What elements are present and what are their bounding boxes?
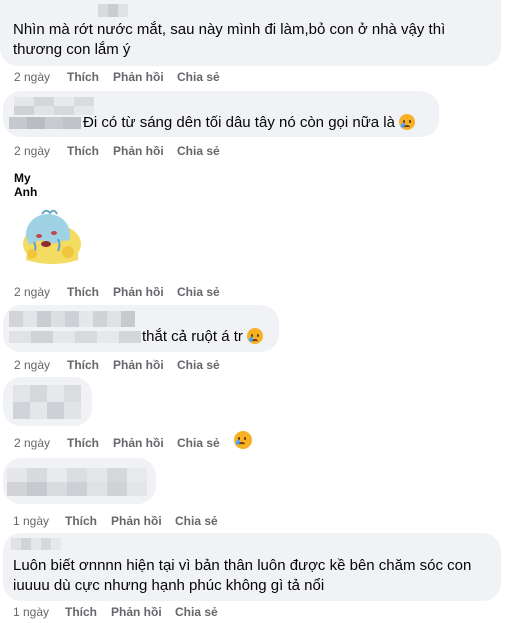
share-button[interactable]: Chia sẻ <box>175 513 218 529</box>
comment-text-line-1: Nhìn mà rớt nước mắt, sau này mình đi là… <box>13 21 446 38</box>
reply-button[interactable]: Phản hồi <box>113 435 164 451</box>
comment-bubble <box>3 377 92 426</box>
comment-bubble <box>3 458 156 504</box>
like-button[interactable]: Thích <box>67 69 99 85</box>
timestamp[interactable]: 1 ngày <box>13 604 49 620</box>
like-button[interactable]: Thích <box>67 143 99 159</box>
timestamp[interactable]: 2 ngày <box>14 143 50 159</box>
reply-button[interactable]: Phản hồi <box>111 513 162 529</box>
share-button[interactable]: Chia sẻ <box>175 604 218 620</box>
blurred-author-name <box>14 97 94 115</box>
share-button[interactable]: Chia sẻ <box>177 435 220 451</box>
comment-actions: 1 ngày Thích Phản hồi Chia sẻ <box>13 604 313 620</box>
comment-text: thắt cả ruột á tr <box>142 327 263 347</box>
comment-actions: 2 ngày Thích Phản hồi Chia sẻ <box>14 143 314 159</box>
reply-button[interactable]: Phản hồi <box>113 143 164 159</box>
like-button[interactable]: Thích <box>67 357 99 373</box>
like-button[interactable]: Thích <box>65 604 97 620</box>
reaction-crying-face-icon[interactable] <box>234 431 252 449</box>
comment-actions: 1 ngày Thích Phản hồi Chia sẻ <box>13 513 313 529</box>
share-button[interactable]: Chia sẻ <box>177 143 220 159</box>
comment-actions: 2 ngày Thích Phản hồi Chia sẻ <box>14 435 314 451</box>
comment-text-body: thắt cả ruột á tr <box>142 328 243 345</box>
blurred-author-name <box>13 385 81 419</box>
crying-blob-sticker <box>20 206 84 266</box>
blurred-mention <box>9 117 81 129</box>
share-button[interactable]: Chia sẻ <box>177 357 220 373</box>
blurred-author-name <box>98 4 128 17</box>
timestamp[interactable]: 2 ngày <box>14 69 50 85</box>
like-button[interactable]: Thích <box>65 513 97 529</box>
reply-button[interactable]: Phản hồi <box>113 284 164 300</box>
comment-bubble: thắt cả ruột á tr <box>3 305 279 352</box>
share-button[interactable]: Chia sẻ <box>177 69 220 85</box>
like-button[interactable]: Thích <box>67 284 99 300</box>
reply-button[interactable]: Phản hồi <box>113 69 164 85</box>
comment-bubble: Nhìn mà rớt nước mắt, sau này mình đi là… <box>0 0 501 66</box>
crying-face-icon <box>234 431 252 449</box>
like-button[interactable]: Thích <box>67 435 99 451</box>
comment-actions: 2 ngày Thích Phản hồi Chia sẻ <box>14 357 314 373</box>
comment-text-line-1: Luôn biết ơnnnn hiện tại vì bản thân luô… <box>13 557 472 574</box>
comment-text-body: Đi có từ sáng dên tối dâu tây nó còn gọi… <box>83 114 395 131</box>
comment-bubble: Luôn biết ơnnnn hiện tại vì bản thân luô… <box>3 533 501 601</box>
comment-author[interactable]: My Anh <box>14 171 37 199</box>
blurred-author-name <box>11 538 61 550</box>
comment-text: Đi có từ sáng dên tối dâu tây nó còn gọi… <box>83 113 415 133</box>
comment-text-line-2: iuuuu dù cực nhưng hạnh phúc không gì tả… <box>13 577 325 594</box>
comment-actions: 2 ngày Thích Phản hồi Chia sẻ <box>14 69 314 85</box>
timestamp[interactable]: 2 ngày <box>14 357 50 373</box>
timestamp[interactable]: 2 ngày <box>14 435 50 451</box>
crying-face-icon <box>398 114 415 130</box>
blurred-mention <box>9 331 141 343</box>
comment-bubble: Đi có từ sáng dên tối dâu tây nó còn gọi… <box>3 91 439 137</box>
timestamp[interactable]: 1 ngày <box>13 513 49 529</box>
reply-button[interactable]: Phản hồi <box>111 604 162 620</box>
blurred-author-name <box>7 468 147 496</box>
comment-text-line-2: thương con lắm ý <box>13 41 131 58</box>
share-button[interactable]: Chia sẻ <box>177 284 220 300</box>
timestamp[interactable]: 2 ngày <box>14 284 50 300</box>
loudly-crying-face-icon <box>246 328 263 344</box>
blurred-author-name <box>9 311 135 327</box>
comment-actions: 2 ngày Thích Phản hồi Chia sẻ <box>14 284 314 300</box>
reply-button[interactable]: Phản hồi <box>113 357 164 373</box>
